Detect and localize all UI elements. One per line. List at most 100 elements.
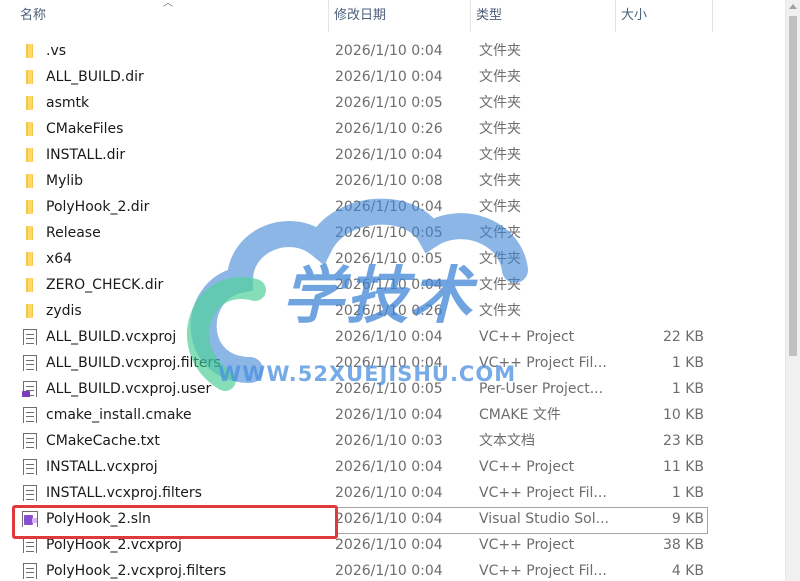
file-modified-date: 2026/1/10 0:04 xyxy=(335,511,443,527)
file-name: PolyHook_2.vcxproj.filters xyxy=(46,563,227,579)
vertical-scrollbar[interactable] xyxy=(785,0,800,581)
file-name: ALL_BUILD.vcxproj.filters xyxy=(46,355,221,371)
file-row[interactable]: CMakeFiles 2026/1/10 0:26 文件夹 xyxy=(0,116,785,142)
file-modified-date: 2026/1/10 0:03 xyxy=(335,433,443,449)
folder-icon xyxy=(22,199,40,215)
file-size: 1 KB xyxy=(671,355,704,371)
file-type: 文件夹 xyxy=(479,199,521,215)
file-size: 1 KB xyxy=(671,485,704,501)
folder-icon xyxy=(22,251,40,267)
file-row[interactable]: INSTALL.vcxproj 2026/1/10 0:04 VC++ Projec… xyxy=(0,454,785,480)
file-name: INSTALL.vcxproj.filters xyxy=(46,485,202,501)
file-name: zydis xyxy=(46,303,82,319)
file-modified-date: 2026/1/10 0:04 xyxy=(335,563,443,579)
file-name: PolyHook_2.vcxproj xyxy=(46,537,182,553)
file-row[interactable]: ALL_BUILD.vcxproj.filters 2026/1/10 0:04 V… xyxy=(0,350,785,376)
scroll-up-arrow-icon[interactable] xyxy=(789,4,797,9)
file-modified-date: 2026/1/10 0:04 xyxy=(335,277,443,293)
file-modified-date: 2026/1/10 0:04 xyxy=(335,459,443,475)
file-row[interactable]: x64 2026/1/10 0:05 文件夹 xyxy=(0,246,785,272)
column-header-date[interactable]: 修改日期 xyxy=(328,0,470,32)
file-name: ALL_BUILD.vcxproj.user xyxy=(46,381,212,397)
file-size: 22 KB xyxy=(662,329,704,345)
file-row[interactable]: ZERO_CHECK.dir 2026/1/10 0:04 文件夹 xyxy=(0,272,785,298)
file-modified-date: 2026/1/10 0:04 xyxy=(335,329,443,345)
filters-icon xyxy=(22,355,40,371)
file-modified-date: 2026/1/10 0:26 xyxy=(335,303,443,319)
file-name: PolyHook_2.dir xyxy=(46,199,150,215)
filters-icon xyxy=(22,563,40,579)
file-type: 文件夹 xyxy=(479,147,521,163)
file-type: VC++ Project xyxy=(479,329,575,345)
folder-icon xyxy=(22,225,40,241)
folder-icon xyxy=(22,147,40,163)
file-modified-date: 2026/1/10 0:04 xyxy=(335,355,443,371)
file-row[interactable]: CMakeCache.txt 2026/1/10 0:03 文本文档 23 KB xyxy=(0,428,785,454)
file-type: 文件夹 xyxy=(479,173,521,189)
column-header-size[interactable]: 大小 xyxy=(615,0,712,32)
column-header-name[interactable]: 名称 xyxy=(0,0,328,32)
vcxproj-icon xyxy=(22,459,40,475)
file-size: 23 KB xyxy=(662,433,704,449)
file-row[interactable]: PolyHook_2.sln 2026/1/10 0:04 Visual Studi… xyxy=(0,506,785,532)
file-size: 1 KB xyxy=(671,381,704,397)
file-name: x64 xyxy=(46,251,73,267)
file-row[interactable]: Mylib 2026/1/10 0:08 文件夹 xyxy=(0,168,785,194)
file-size: 10 KB xyxy=(662,407,704,423)
file-row[interactable]: zydis 2026/1/10 0:26 文件夹 xyxy=(0,298,785,324)
scrollbar-thumb[interactable] xyxy=(789,16,797,356)
filters-icon xyxy=(22,485,40,501)
file-modified-date: 2026/1/10 0:05 xyxy=(335,225,443,241)
vcxproj-icon xyxy=(22,537,40,553)
file-name: PolyHook_2.sln xyxy=(46,511,151,527)
solution-icon xyxy=(22,511,40,527)
folder-icon xyxy=(22,95,40,111)
folder-icon xyxy=(22,303,40,319)
file-name: asmtk xyxy=(46,95,90,111)
file-type: CMAKE 文件 xyxy=(479,407,561,423)
file-row[interactable]: PolyHook_2.vcxproj.filters 2026/1/10 0:04… xyxy=(0,558,785,581)
file-size: 11 KB xyxy=(662,459,704,475)
file-name: INSTALL.vcxproj xyxy=(46,459,158,475)
user-file-icon xyxy=(22,381,40,397)
file-row[interactable]: asmtk 2026/1/10 0:05 文件夹 xyxy=(0,90,785,116)
column-header-type[interactable]: 类型 xyxy=(470,0,615,32)
file-type: Per-User Project... xyxy=(479,381,604,397)
file-row[interactable]: cmake_install.cmake 2026/1/10 0:04 CMAKE 文… xyxy=(0,402,785,428)
file-row[interactable]: ALL_BUILD.vcxproj 2026/1/10 0:04 VC++ Proj… xyxy=(0,324,785,350)
file-type: 文件夹 xyxy=(479,225,521,241)
file-modified-date: 2026/1/10 0:08 xyxy=(335,173,443,189)
file-name: .vs xyxy=(46,43,67,59)
file-name: Release xyxy=(46,225,101,241)
column-divider[interactable] xyxy=(712,0,713,32)
file-row[interactable]: .vs 2026/1/10 0:04 文件夹 xyxy=(0,38,785,64)
folder-icon xyxy=(22,121,40,137)
file-row[interactable]: PolyHook_2.vcxproj 2026/1/10 0:04 VC++ Pro… xyxy=(0,532,785,558)
file-name: cmake_install.cmake xyxy=(46,407,192,423)
folder-icon xyxy=(22,277,40,293)
file-modified-date: 2026/1/10 0:04 xyxy=(335,537,443,553)
file-name: CMakeCache.txt xyxy=(46,433,160,449)
file-type: Visual Studio Sol... xyxy=(479,511,609,527)
file-type: VC++ Project Fil... xyxy=(479,563,607,579)
file-modified-date: 2026/1/10 0:04 xyxy=(335,147,443,163)
file-modified-date: 2026/1/10 0:04 xyxy=(335,485,443,501)
file-row[interactable]: PolyHook_2.dir 2026/1/10 0:04 文件夹 xyxy=(0,194,785,220)
file-row[interactable]: Release 2026/1/10 0:05 文件夹 xyxy=(0,220,785,246)
file-explorer-window: ︿ 名称 修改日期 类型 大小 .vs 2026/1/10 0:04 文件夹 ALL_… xyxy=(0,0,800,581)
file-name: ZERO_CHECK.dir xyxy=(46,277,164,293)
column-header-bar: ︿ 名称 修改日期 类型 大小 xyxy=(0,0,785,34)
folder-icon xyxy=(22,69,40,85)
file-list: .vs 2026/1/10 0:04 文件夹 ALL_BUILD.dir 2026/1/… xyxy=(0,38,785,581)
file-row[interactable]: INSTALL.vcxproj.filters 2026/1/10 0:04 VC+… xyxy=(0,480,785,506)
file-row[interactable]: INSTALL.dir 2026/1/10 0:04 文件夹 xyxy=(0,142,785,168)
file-row[interactable]: ALL_BUILD.vcxproj.user 2026/1/10 0:05 Per-… xyxy=(0,376,785,402)
text-file-icon xyxy=(22,433,40,449)
file-name: ALL_BUILD.dir xyxy=(46,69,144,85)
folder-icon xyxy=(22,173,40,189)
file-modified-date: 2026/1/10 0:05 xyxy=(335,95,443,111)
file-modified-date: 2026/1/10 0:05 xyxy=(335,381,443,397)
file-name: CMakeFiles xyxy=(46,121,124,137)
file-modified-date: 2026/1/10 0:04 xyxy=(335,69,443,85)
file-row[interactable]: ALL_BUILD.dir 2026/1/10 0:04 文件夹 xyxy=(0,64,785,90)
